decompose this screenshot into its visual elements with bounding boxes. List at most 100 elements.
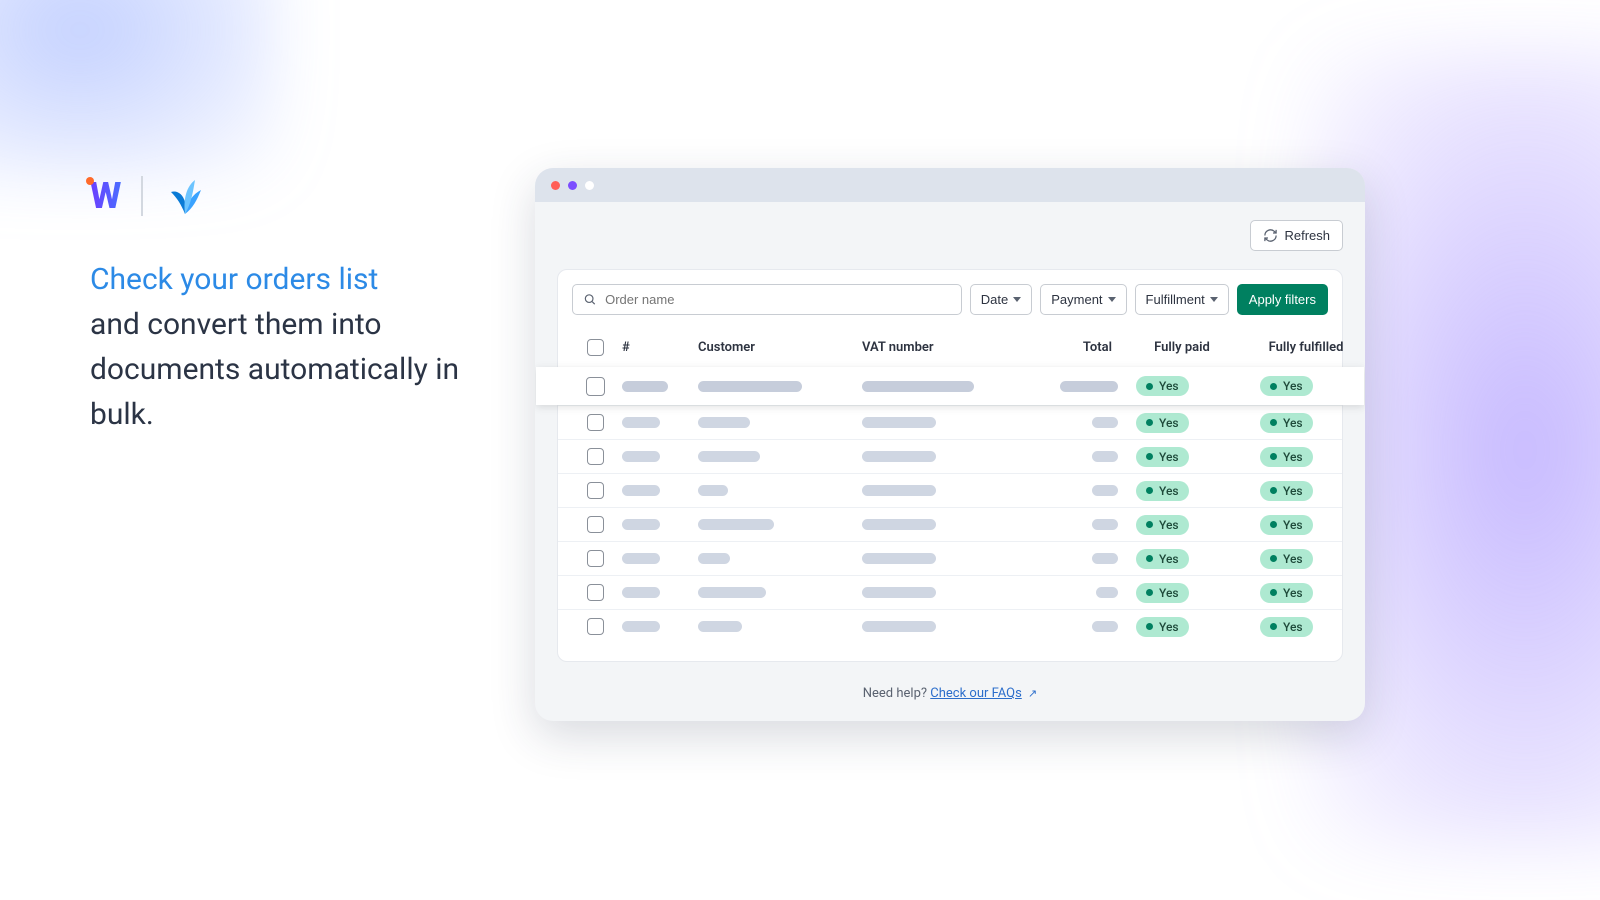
help-footer: Need help? Check our FAQs ↗ — [535, 662, 1365, 721]
table-row[interactable]: Yes Yes — [558, 405, 1342, 439]
cell-customer — [698, 621, 742, 632]
table-row[interactable]: Yes Yes — [558, 439, 1342, 473]
cell-customer — [698, 587, 766, 598]
table-row[interactable]: YesYes — [536, 367, 1364, 405]
table-row[interactable]: Yes Yes — [558, 575, 1342, 609]
refresh-label: Refresh — [1284, 228, 1330, 243]
paid-badge: Yes — [1136, 515, 1189, 535]
filter-fulfillment[interactable]: Fulfillment — [1135, 284, 1229, 315]
promo-pane: W Check your orders list and convert the… — [90, 175, 510, 437]
window-titlebar — [535, 168, 1365, 202]
minimize-dot-icon[interactable] — [568, 181, 577, 190]
row-checkbox[interactable] — [587, 414, 604, 431]
app-window: Refresh Date Payment Fulfillment Apply f… — [535, 168, 1365, 721]
maximize-dot-icon[interactable] — [585, 181, 594, 190]
paid-badge: Yes — [1136, 413, 1189, 433]
chevron-down-icon — [1210, 297, 1218, 302]
cell-num — [622, 381, 668, 392]
paid-badge: Yes — [1136, 583, 1189, 603]
headline-blue: Check your orders list — [90, 262, 378, 297]
paid-badge: Yes — [1136, 447, 1189, 467]
cell-num — [622, 587, 660, 598]
table-row[interactable]: Yes Yes — [558, 473, 1342, 507]
col-paid: Fully paid — [1122, 340, 1242, 355]
fulfilled-badge: Yes — [1260, 549, 1313, 569]
bg-gradient-top-left — [0, 0, 280, 180]
table-header: # Customer VAT number Total Fully paid F… — [558, 327, 1342, 367]
row-checkbox[interactable] — [587, 448, 604, 465]
paid-badge: Yes — [1136, 481, 1189, 501]
cell-vat — [862, 417, 936, 428]
cell-total — [1096, 587, 1118, 598]
row-checkbox[interactable] — [587, 618, 604, 635]
search-wrapper[interactable] — [572, 284, 962, 315]
cell-total — [1092, 621, 1118, 632]
table-row[interactable]: Yes Yes — [558, 609, 1342, 643]
search-icon — [583, 292, 597, 307]
cell-num — [622, 485, 660, 496]
cell-total — [1060, 381, 1118, 392]
cell-customer — [698, 485, 728, 496]
close-dot-icon[interactable] — [551, 181, 560, 190]
headline-rest: and convert them into documents automati… — [90, 307, 459, 432]
cell-num — [622, 553, 660, 564]
cell-vat — [862, 587, 936, 598]
paid-badge: Yes — [1136, 549, 1189, 569]
cell-vat — [862, 621, 936, 632]
fulfilled-badge: Yes — [1260, 515, 1313, 535]
logo-partner — [163, 176, 207, 216]
select-all-checkbox[interactable] — [587, 339, 604, 356]
row-checkbox[interactable] — [587, 482, 604, 499]
col-fulfilled: Fully fulfilled — [1246, 340, 1365, 355]
table-body: YesYesYesYesYesYesYesYesYesYesYesYesYesY… — [558, 367, 1342, 643]
fulfilled-badge: Yes — [1260, 617, 1313, 637]
fulfilled-badge: Yes — [1260, 447, 1313, 467]
cell-vat — [862, 381, 974, 392]
cell-total — [1092, 519, 1118, 530]
row-checkbox[interactable] — [587, 550, 604, 567]
help-prefix: Need help? — [863, 686, 931, 701]
cell-num — [622, 417, 660, 428]
cell-vat — [862, 553, 936, 564]
cell-customer — [698, 417, 750, 428]
table-row[interactable]: Yes Yes — [558, 507, 1342, 541]
col-vat: VAT number — [862, 340, 1022, 355]
external-link-icon: ↗ — [1028, 687, 1037, 700]
cell-num — [622, 519, 660, 530]
row-checkbox[interactable] — [587, 516, 604, 533]
fulfilled-badge: Yes — [1260, 481, 1313, 501]
chevron-down-icon — [1108, 297, 1116, 302]
row-checkbox[interactable] — [586, 377, 605, 396]
cell-total — [1092, 417, 1118, 428]
cell-vat — [862, 451, 936, 462]
refresh-icon — [1263, 228, 1278, 243]
filter-date[interactable]: Date — [970, 284, 1032, 315]
cell-vat — [862, 485, 936, 496]
cell-customer — [698, 519, 774, 530]
cell-vat — [862, 519, 936, 530]
chevron-down-icon — [1013, 297, 1021, 302]
cell-total — [1092, 485, 1118, 496]
cell-customer — [698, 451, 760, 462]
orders-card: Date Payment Fulfillment Apply filters #… — [557, 269, 1343, 662]
filter-payment[interactable]: Payment — [1040, 284, 1126, 315]
apply-filters-button[interactable]: Apply filters — [1237, 284, 1328, 315]
table-row[interactable]: Yes Yes — [558, 541, 1342, 575]
cell-customer — [698, 553, 730, 564]
cell-total — [1092, 553, 1118, 564]
logo-divider — [141, 176, 143, 216]
filter-bar: Date Payment Fulfillment Apply filters — [558, 270, 1342, 327]
faq-link[interactable]: Check our FAQs — [930, 686, 1022, 701]
paid-badge: Yes — [1136, 617, 1189, 637]
row-checkbox[interactable] — [587, 584, 604, 601]
headline: Check your orders list and convert them … — [90, 257, 510, 437]
col-total: Total — [1026, 340, 1118, 355]
fulfilled-badge: Yes — [1260, 583, 1313, 603]
col-num: # — [622, 340, 694, 355]
logo-weo: W — [90, 175, 121, 217]
fulfilled-badge: Yes — [1260, 376, 1313, 396]
search-input[interactable] — [605, 292, 951, 307]
refresh-button[interactable]: Refresh — [1250, 220, 1343, 251]
logo-row: W — [90, 175, 510, 217]
fulfilled-badge: Yes — [1260, 413, 1313, 433]
